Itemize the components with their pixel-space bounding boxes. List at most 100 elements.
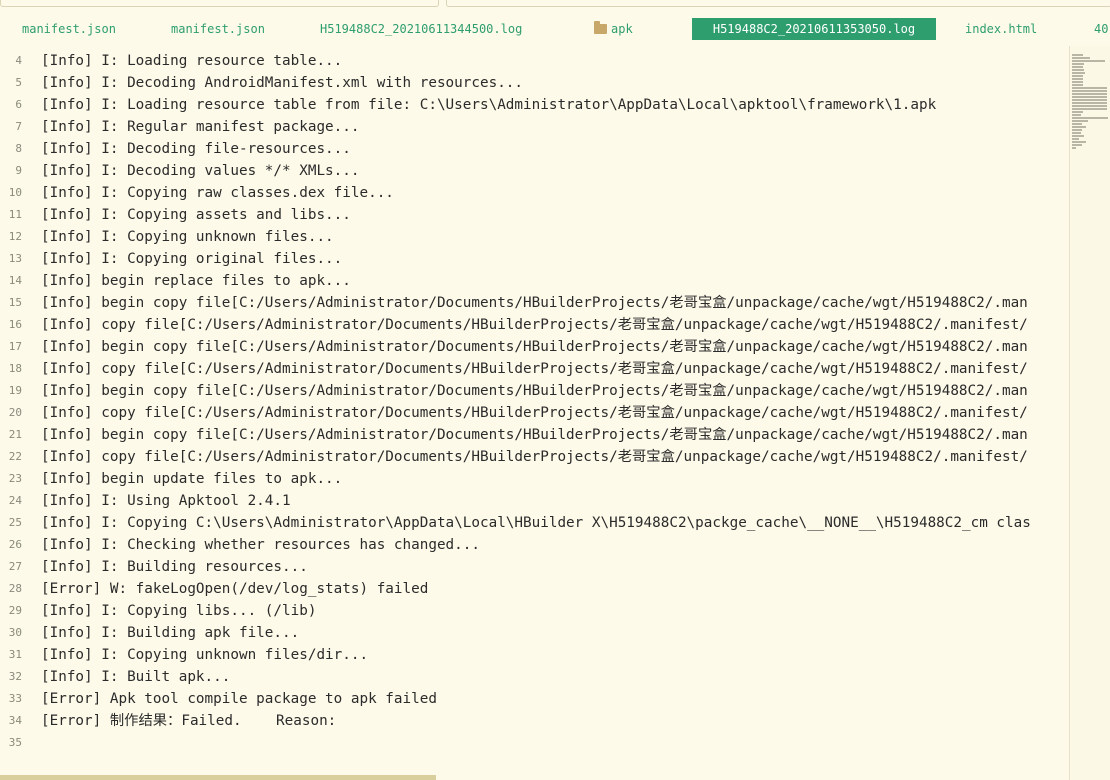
tab-manifest-json-1[interactable]: manifest.json [22,18,116,40]
minimap-line [1072,81,1083,83]
line-number: 31 [8,648,22,661]
line-number: 9 [15,164,22,177]
line-text: [Info] copy file[C:/Users/Administrator/… [41,361,1028,377]
line-text: [Error] Apk tool compile package to apk … [41,691,437,707]
minimap-line [1072,72,1085,74]
minimap-line [1072,78,1083,80]
line-text: [Info] copy file[C:/Users/Administrator/… [41,405,1028,421]
tab-manifest-json-2[interactable]: manifest.json [171,18,265,40]
line-number: 34 [8,714,22,727]
line-number: 30 [8,626,22,639]
tab-label: manifest.json [171,22,265,36]
minimap-line [1072,102,1107,104]
line-text: [Info] I: Decoding file-resources... [41,141,351,157]
minimap-line [1072,135,1084,137]
minimap-line [1072,90,1107,92]
line-number: 11 [8,208,22,221]
line-number: 7 [15,120,22,133]
line-text: [Info] I: Checking whether resources has… [41,537,480,553]
tab-apk-folder[interactable]: apk [594,18,633,40]
minimap-line [1072,96,1107,98]
tab-label: apk [611,22,633,36]
line-number: 8 [15,142,22,155]
tab-index-html[interactable]: index.html [965,18,1037,40]
minimap-line [1072,147,1076,149]
line-text: [Info] begin copy file[C:/Users/Administ… [41,383,1028,399]
minimap-line [1072,120,1088,122]
minimap-line [1072,129,1082,131]
line-number: 19 [8,384,22,397]
minimap-line [1072,117,1108,119]
tab-label: manifest.json [22,22,116,36]
line-number: 17 [8,340,22,353]
line-text: [Info] I: Building apk file... [41,625,300,641]
line-number: 14 [8,274,22,287]
line-number: 32 [8,670,22,683]
line-number: 27 [8,560,22,573]
line-number: 5 [15,76,22,89]
line-number: 29 [8,604,22,617]
line-number: 26 [8,538,22,551]
tab-label: H519488C2_20210611353050.log [712,22,916,36]
minimap-line [1072,144,1082,146]
line-text: [Info] begin replace files to apk... [41,273,351,289]
line-number: 10 [8,186,22,199]
minimap-line [1072,93,1107,95]
minimap-line [1072,111,1083,113]
line-number: 16 [8,318,22,331]
line-text: [Info] I: Copying unknown files... [41,229,334,245]
line-text: [Info] I: Building resources... [41,559,308,575]
line-text: [Info] begin copy file[C:/Users/Administ… [41,339,1028,355]
minimap-line [1072,114,1081,116]
minimap-line [1072,138,1079,140]
line-number: 6 [15,98,22,111]
line-text: [Info] I: Copying assets and libs... [41,207,351,223]
line-number: 22 [8,450,22,463]
line-number: 21 [8,428,22,441]
top-panel-right [446,0,1110,7]
minimap-line [1072,84,1083,86]
line-text: [Info] begin update files to apk... [41,471,343,487]
line-number: 20 [8,406,22,419]
line-text: [Error] W: fakeLogOpen(/dev/log_stats) f… [41,581,429,597]
line-text: [Info] I: Copying C:\Users\Administrator… [41,515,1031,531]
line-number: 23 [8,472,22,485]
horizontal-scrollbar[interactable] [0,775,436,780]
tab-log-1[interactable]: H519488C2_20210611344500.log [320,18,522,40]
minimap-line [1072,126,1086,128]
line-text: [Info] I: Using Apktool 2.4.1 [41,493,291,509]
minimap-line [1072,87,1107,89]
tab-log-2-active[interactable]: H519488C2_20210611353050.log [692,18,936,40]
minimap-line [1072,60,1105,62]
tab-label: index.html [965,22,1038,36]
line-text: [Info] I: Loading resource table from fi… [41,97,937,113]
line-text: [Info] I: Copying original files... [41,251,343,267]
minimap-line [1072,141,1086,143]
minimap-line [1072,69,1084,71]
minimap-line [1072,105,1107,107]
tab-label: H519488C2_20210611344500.log [320,22,523,36]
line-text: [Info] I: Decoding values */* XMLs... [41,163,360,179]
tab-label: 40 [1094,22,1109,36]
minimap-line [1072,108,1107,110]
line-text: [Info] I: Decoding AndroidManifest.xml w… [41,75,524,91]
tab-overflow[interactable]: 40 [1094,18,1108,40]
line-text: [Info] begin copy file[C:/Users/Administ… [41,427,1028,443]
tab-bar: manifest.json manifest.json H519488C2_20… [0,18,1110,42]
minimap[interactable] [1069,46,1110,780]
line-number: 13 [8,252,22,265]
line-text: [Info] I: Regular manifest package... [41,119,360,135]
folder-icon [594,21,607,34]
minimap-line [1072,132,1081,134]
line-number: 25 [8,516,22,529]
line-text: [Info] I: Copying libs... (/lib) [41,603,317,619]
minimap-line [1072,66,1083,68]
line-number: 18 [8,362,22,375]
line-number: 35 [8,736,22,749]
line-text: [Info] copy file[C:/Users/Administrator/… [41,317,1028,333]
line-number: 28 [8,582,22,595]
line-text: [Info] I: Copying raw classes.dex file..… [41,185,394,201]
log-editor[interactable]: 4 [Info] I: Loading resource table... 5 [In… [0,50,1070,775]
minimap-line [1072,63,1084,65]
line-text: [Info] copy file[C:/Users/Administrator/… [41,449,1028,465]
